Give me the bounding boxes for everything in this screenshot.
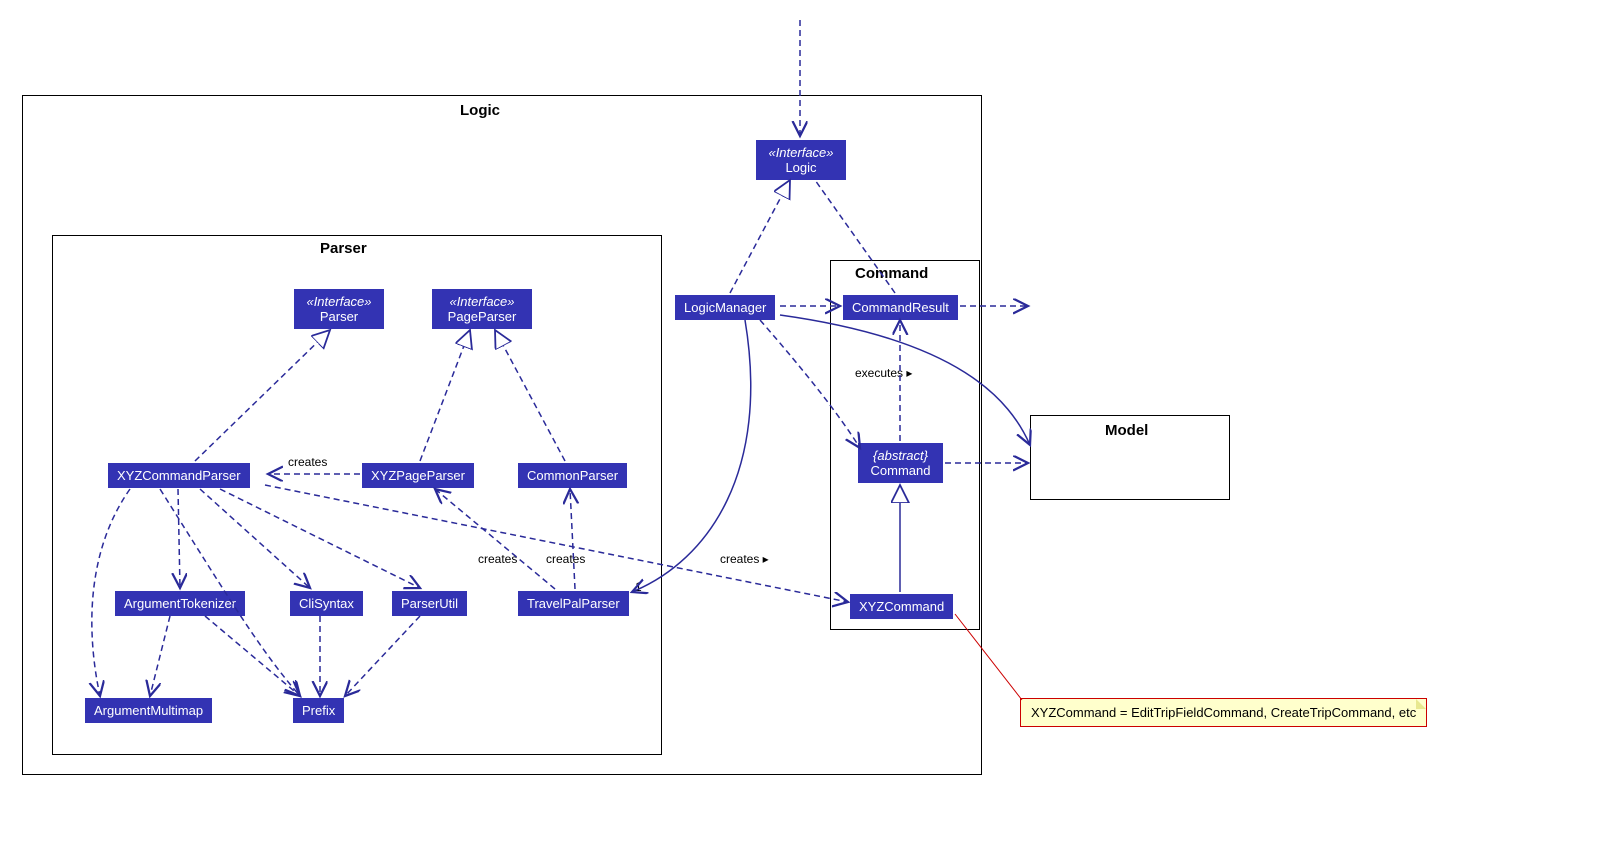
prefix: Prefix xyxy=(293,698,344,723)
xyz-page-parser: XYZPageParser xyxy=(362,463,474,488)
common-parser-label: CommonParser xyxy=(527,468,618,483)
xyz-command-parser: XYZCommandParser xyxy=(108,463,250,488)
interface-logic: «Interface» Logic xyxy=(756,140,846,180)
xyz-command-parser-label: XYZCommandParser xyxy=(117,468,241,483)
note-xyzcommand: XYZCommand = EditTripFieldCommand, Creat… xyxy=(1020,698,1427,727)
label-creates-4: creates ▸ xyxy=(720,552,769,566)
cli-syntax-label: CliSyntax xyxy=(299,596,354,611)
package-command-label: Command xyxy=(855,265,928,282)
argument-multimap-label: ArgumentMultimap xyxy=(94,703,203,718)
package-logic-label: Logic xyxy=(460,102,500,119)
argument-tokenizer: ArgumentTokenizer xyxy=(115,591,245,616)
interface-logic-name: Logic xyxy=(785,160,816,175)
interface-parser-stereo: «Interface» xyxy=(303,294,375,309)
abstract-command-name: Command xyxy=(871,463,931,478)
note-xyzcommand-text: XYZCommand = EditTripFieldCommand, Creat… xyxy=(1031,705,1416,720)
xyz-command-label: XYZCommand xyxy=(859,599,944,614)
label-one: 1 xyxy=(635,580,642,594)
argument-multimap: ArgumentMultimap xyxy=(85,698,212,723)
interface-pageparser-name: PageParser xyxy=(448,309,517,324)
interface-parser: «Interface» Parser xyxy=(294,289,384,329)
interface-pageparser: «Interface» PageParser xyxy=(432,289,532,329)
label-creates-3: creates xyxy=(546,552,585,566)
package-parser-label: Parser xyxy=(320,240,367,257)
xyz-page-parser-label: XYZPageParser xyxy=(371,468,465,483)
abstract-command: {abstract} Command xyxy=(858,443,943,483)
abstract-command-stereo: {abstract} xyxy=(867,448,934,463)
package-model-label: Model xyxy=(1105,422,1148,439)
interface-parser-name: Parser xyxy=(320,309,358,324)
prefix-label: Prefix xyxy=(302,703,335,718)
parser-util-label: ParserUtil xyxy=(401,596,458,611)
command-result-label: CommandResult xyxy=(852,300,949,315)
label-creates-1: creates xyxy=(288,455,327,469)
cli-syntax: CliSyntax xyxy=(290,591,363,616)
interface-logic-stereo: «Interface» xyxy=(765,145,837,160)
parser-util: ParserUtil xyxy=(392,591,467,616)
travelpal-parser-label: TravelPalParser xyxy=(527,596,620,611)
logic-manager-label: LogicManager xyxy=(684,300,766,315)
xyz-command: XYZCommand xyxy=(850,594,953,619)
label-creates-2: creates xyxy=(478,552,517,566)
travelpal-parser: TravelPalParser xyxy=(518,591,629,616)
logic-manager: LogicManager xyxy=(675,295,775,320)
common-parser: CommonParser xyxy=(518,463,627,488)
label-executes: executes ▸ xyxy=(855,366,912,380)
interface-pageparser-stereo: «Interface» xyxy=(441,294,523,309)
command-result: CommandResult xyxy=(843,295,958,320)
argument-tokenizer-label: ArgumentTokenizer xyxy=(124,596,236,611)
